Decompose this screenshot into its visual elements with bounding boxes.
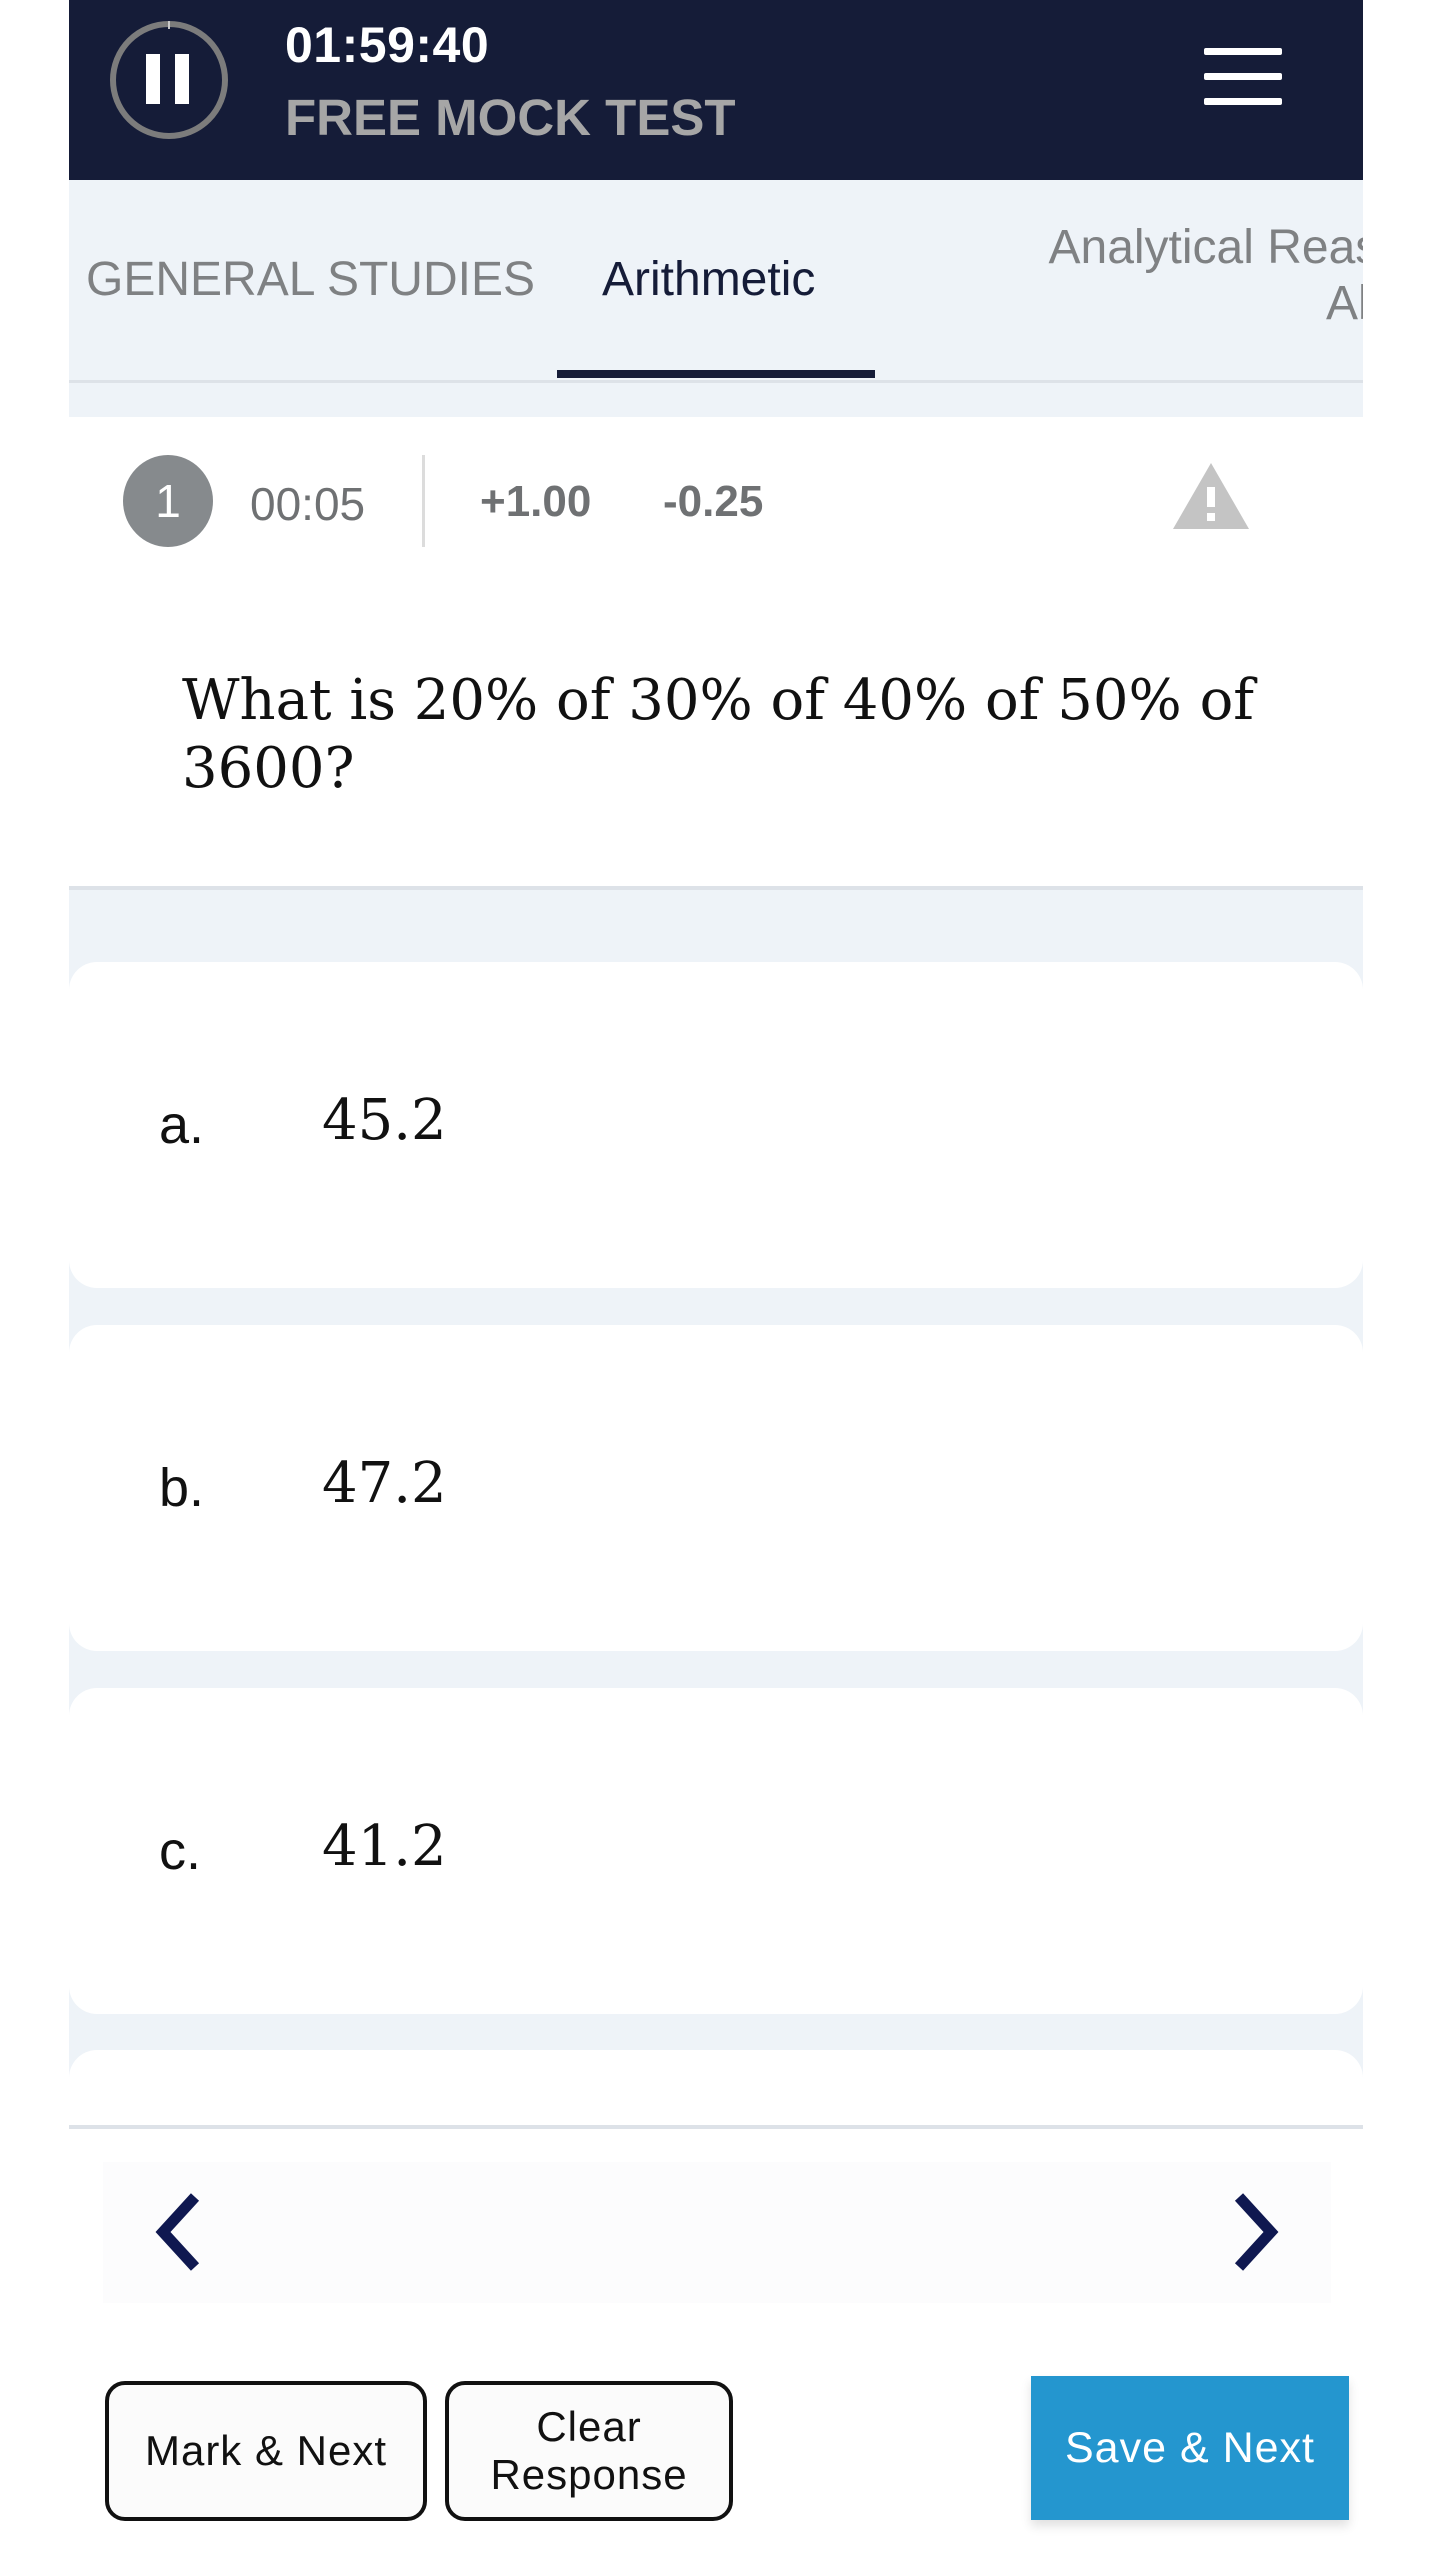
mark-and-next-button[interactable]: Mark & Next [105,2381,427,2521]
active-tab-indicator [557,370,875,378]
chevron-right-icon [1234,2193,1279,2271]
hamburger-menu-icon [1204,48,1282,55]
chevron-left-icon [155,2193,200,2271]
menu-button[interactable] [1204,48,1284,108]
option-label: a. [159,1095,205,1155]
question-info-bar: 1 00:05 +1.00 -0.25 [69,417,1363,587]
top-bar: 01:59:40 FREE MOCK TEST [69,0,1363,180]
question-text: What is 20% of 30% of 40% of 50% of 3600… [182,668,1255,801]
tab-label-line1: Analytical Reaso [1048,221,1363,274]
option-d[interactable] [69,2050,1363,2125]
option-value: 41.2 [322,1814,447,1879]
warning-triangle-icon [1173,463,1249,529]
hamburger-menu-icon-bar [1204,98,1282,105]
section-tabs: GENERAL STUDIES Arithmetic Analytical Re… [69,180,1363,383]
hamburger-menu-icon-bar [1204,73,1282,80]
negative-marks: -0.25 [663,477,764,526]
option-c[interactable]: c. 41.2 [69,1688,1363,2014]
question-navigation [103,2162,1331,2303]
clear-response-label: Clear Response [490,2403,687,2499]
option-b[interactable]: b. 47.2 [69,1325,1363,1651]
option-value: 45.2 [322,1088,447,1153]
next-question-button[interactable] [1221,2187,1291,2277]
divider [69,2125,1363,2129]
options-list: a. 45.2 b. 47.2 c. 41.2 [69,890,1363,2125]
tab-label-line2: Abil [1325,277,1363,330]
divider [422,455,425,547]
tab-arithmetic[interactable]: Arithmetic [602,252,815,307]
question-panel: What is 20% of 30% of 40% of 50% of 3600… [69,587,1363,890]
spacer [69,383,1363,417]
question-number-badge: 1 [123,455,213,547]
option-value: 47.2 [322,1451,447,1516]
positive-marks: +1.00 [480,477,592,526]
clear-label-line2: Response [490,2451,688,2498]
test-title: FREE MOCK TEST [285,89,736,146]
report-issue-button[interactable] [1171,461,1251,531]
clear-response-button[interactable]: Clear Response [445,2381,733,2521]
option-label: b. [159,1458,205,1518]
previous-question-button[interactable] [143,2187,213,2277]
test-screen: 01:59:40 FREE MOCK TEST GENERAL STUDIES … [69,0,1363,2560]
option-label: c. [159,1821,202,1881]
tab-analytical-reasoning[interactable]: Analytical Reaso Abil [986,220,1363,332]
option-a[interactable]: a. 45.2 [69,962,1363,1288]
clear-label-line1: Clear [536,2403,642,2450]
save-and-next-button[interactable]: Save & Next [1031,2376,1349,2520]
pause-icon [110,21,228,139]
pause-button[interactable] [107,18,231,142]
question-time: 00:05 [250,478,366,530]
test-timer: 01:59:40 [285,17,490,73]
tab-general-studies[interactable]: GENERAL STUDIES [86,252,535,307]
